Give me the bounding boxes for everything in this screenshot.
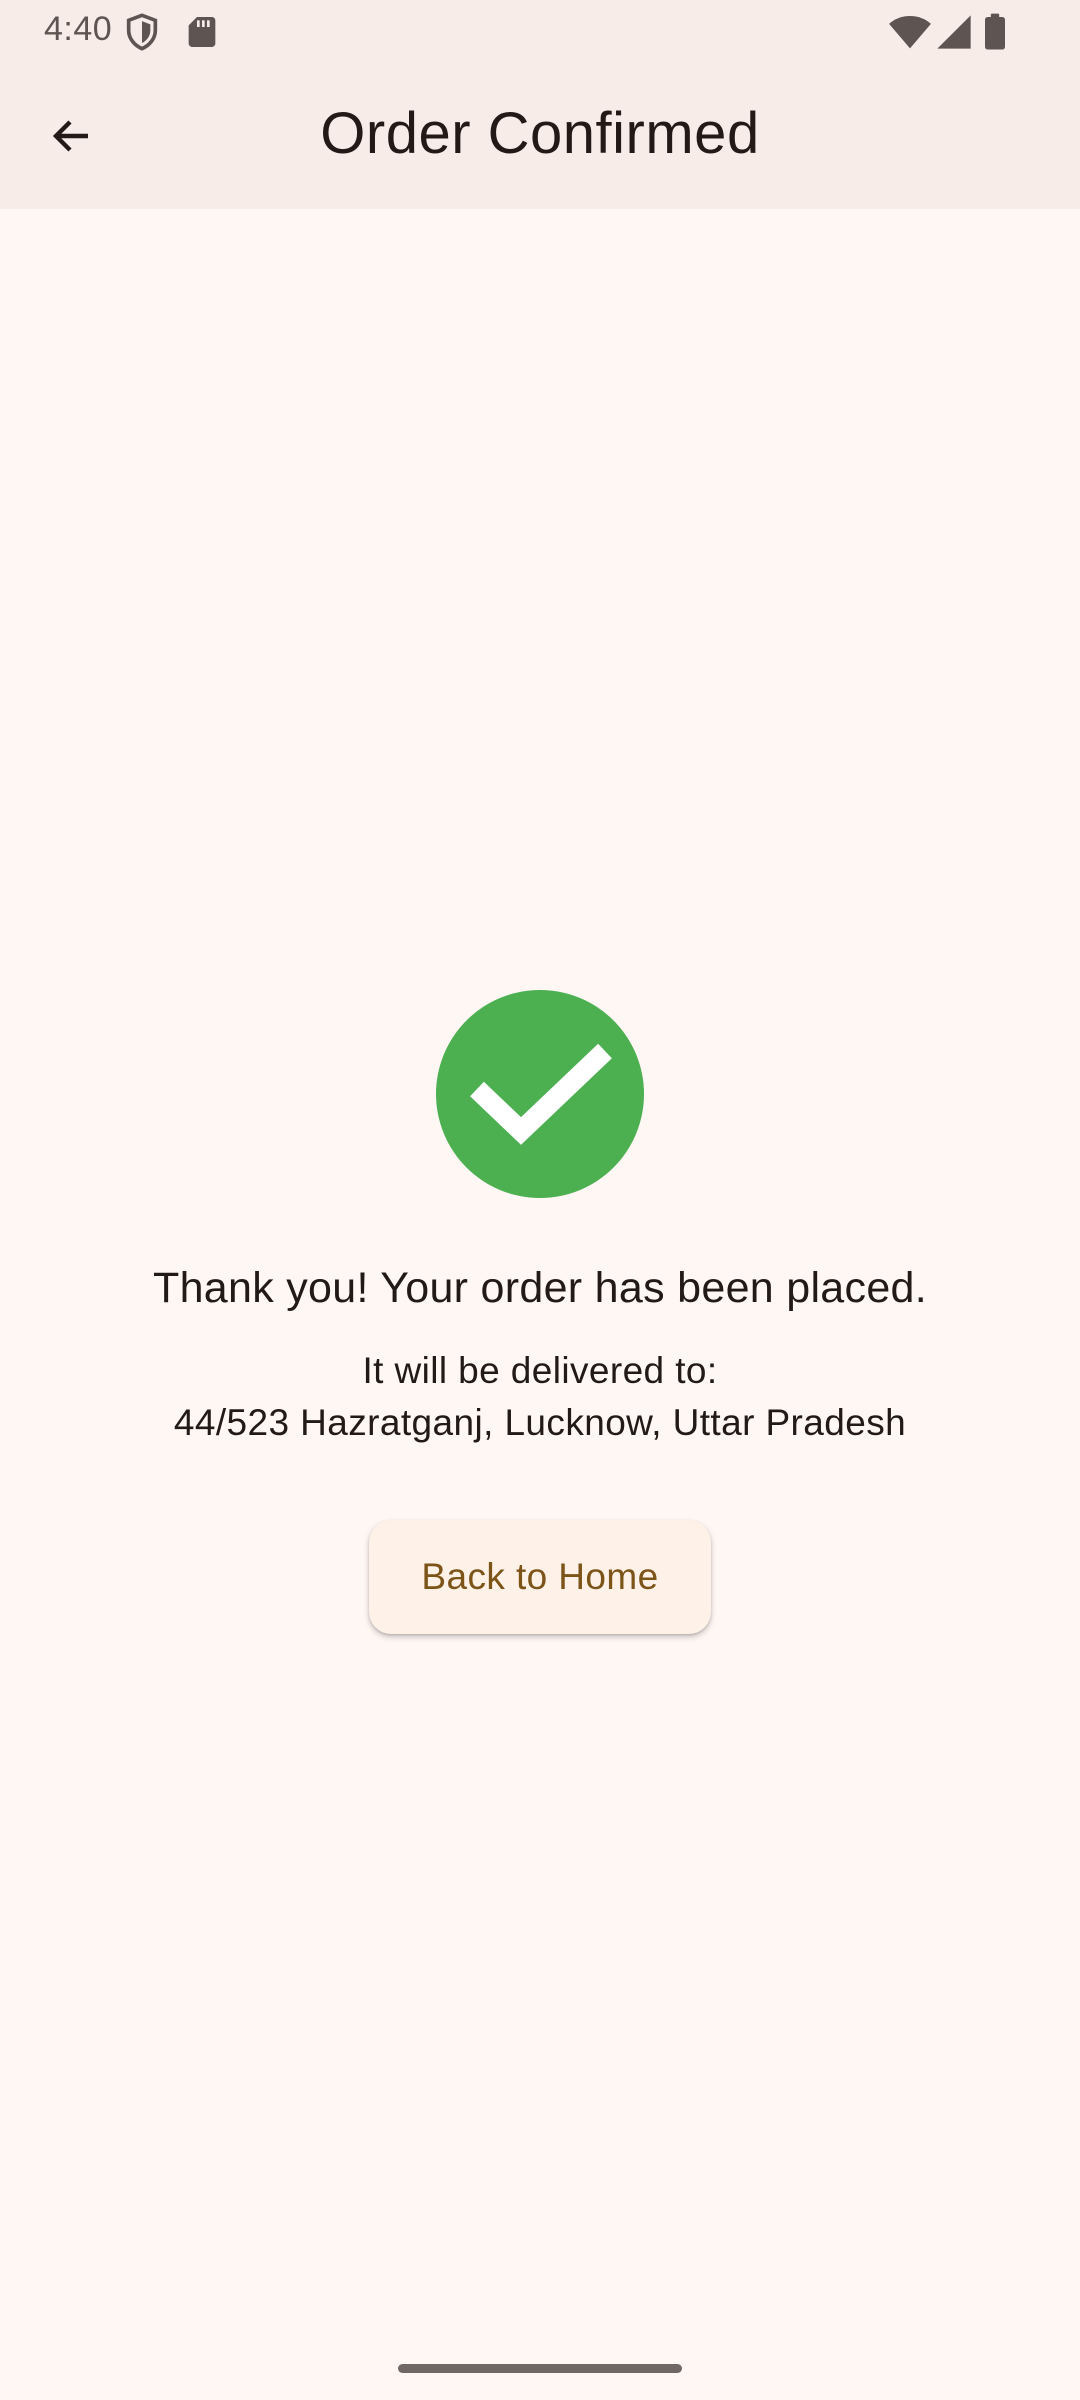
back-to-home-button[interactable]: Back to Home xyxy=(369,1520,711,1634)
signal-icon xyxy=(934,12,974,52)
gesture-nav-handle[interactable] xyxy=(398,2364,682,2373)
delivery-label: It will be delivered to: xyxy=(362,1350,718,1391)
status-bar: 4:40 xyxy=(0,0,1080,64)
order-confirmed-screen: 4:40 Order Confirmed Thank you! Your ord… xyxy=(0,0,1080,2400)
status-time: 4:40 xyxy=(44,10,113,48)
app-bar: Order Confirmed xyxy=(0,64,1080,209)
delivery-address: 44/523 Hazratganj, Lucknow, Uttar Prades… xyxy=(173,1402,907,1443)
battery-icon xyxy=(982,12,1008,52)
check-circle-icon xyxy=(436,990,644,1198)
shield-icon xyxy=(122,12,162,52)
wifi-icon xyxy=(888,12,932,52)
sd-card-icon xyxy=(182,12,222,52)
confirmation-message: Thank you! Your order has been placed. xyxy=(153,1264,927,1312)
page-title: Order Confirmed xyxy=(320,101,760,166)
